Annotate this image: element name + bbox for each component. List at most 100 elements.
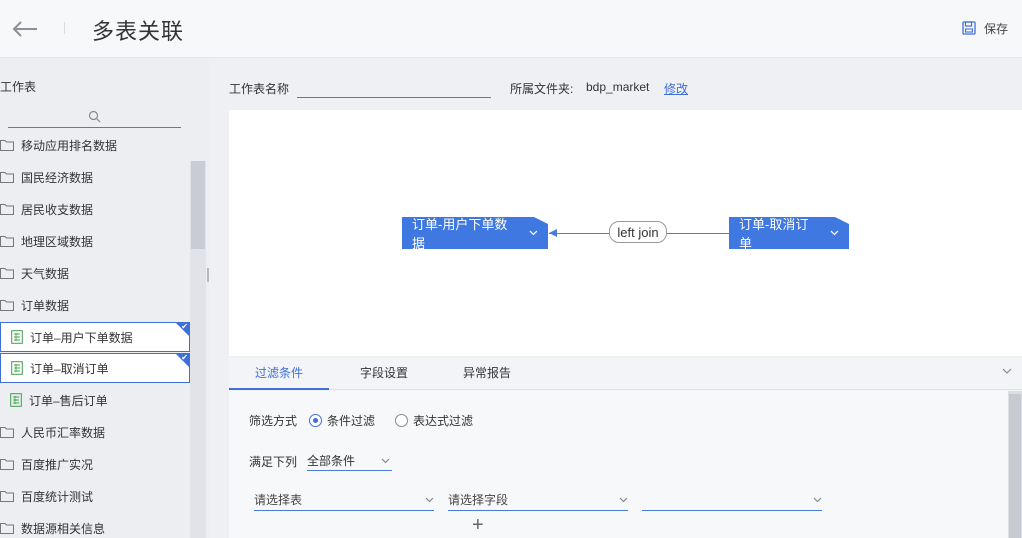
value-select[interactable] (642, 489, 822, 511)
chevron-down-icon (425, 497, 434, 502)
chevron-down-icon (619, 497, 628, 502)
sidebar-folder[interactable]: 天气数据 (0, 257, 190, 289)
sidebar-item-label: 订单–售后订单 (29, 393, 108, 408)
chevron-down-icon (830, 230, 839, 236)
worksheet-tree: 移动应用排名数据 国民经济数据 居民收支数据 地理区域数据天气数据订单数据订单–用户下… (0, 129, 190, 538)
save-button[interactable]: 保存 (962, 18, 1008, 38)
sidebar-resize-handle[interactable] (207, 268, 209, 282)
config-tabs: 过滤条件 字段设置 异常报告 (229, 358, 1022, 390)
join-canvas: 订单-用户下单数据 left join 订单-取消订单 (229, 110, 1022, 356)
radio-expression-filter[interactable]: 表达式过滤 (395, 412, 473, 429)
sidebar-folder[interactable]: 移动应用排名数据 (0, 129, 190, 161)
radio-condition-filter[interactable]: 条件过滤 (309, 412, 375, 429)
save-label: 保存 (983, 21, 1008, 36)
sidebar-item-label: 国民经济数据 (21, 170, 94, 185)
join-left-table-label: 订单-用户下单数据 (412, 217, 508, 251)
radio-dot (395, 413, 409, 427)
folder-icon (0, 267, 14, 279)
chevron-down-icon (813, 497, 822, 502)
chevron-down-icon (381, 458, 390, 463)
sidebar-table[interactable]: 订单–用户下单数据 ✔ (0, 322, 190, 352)
add-condition-button[interactable]: + (472, 515, 484, 535)
sidebar-item-label: 百度推广实况 (21, 457, 94, 472)
folder-icon (0, 171, 14, 183)
filter-mode-row: 筛选方式 条件过滤 表达式过滤 (249, 411, 473, 429)
worksheet-name-row: 工作表名称 (229, 78, 491, 98)
join-type-button[interactable]: left join (609, 221, 667, 243)
folder-icon (0, 458, 14, 470)
page-title: 多表关联 (92, 19, 185, 44)
sidebar-folder[interactable]: 百度统计测试 (0, 480, 190, 512)
join-right-table[interactable]: 订单-取消订单 (729, 217, 849, 251)
sidebar-item-label: 订单–取消订单 (30, 361, 109, 376)
table-icon (10, 393, 22, 407)
main-area: 工作表名称 所属文件夹: bdp_market 修改 订单-用户下单数据 lef… (229, 60, 1022, 538)
folder-icon (0, 490, 14, 502)
meet-value: 全部条件 (307, 454, 356, 468)
sidebar-folder[interactable]: 居民收支数据 (0, 193, 190, 225)
folder-icon (0, 299, 14, 311)
chevron-down-icon[interactable] (1002, 368, 1012, 375)
meet-condition-select[interactable]: 全部条件 (307, 451, 393, 471)
back-button[interactable] (10, 14, 40, 44)
check-icon: ✔ (181, 322, 188, 331)
tab-error-report[interactable]: 异常报告 (452, 358, 522, 390)
folder-icon (0, 139, 14, 151)
join-left-table[interactable]: 订单-用户下单数据 (402, 217, 548, 251)
check-icon: ✔ (181, 353, 188, 362)
sidebar-table[interactable]: 订单–取消订单 ✔ (0, 353, 190, 383)
sidebar-folder[interactable]: 订单数据 (0, 289, 190, 321)
folder-icon (0, 203, 14, 215)
table-select-placeholder: 请选择表 (254, 493, 303, 507)
tab-filter[interactable]: 过滤条件 (229, 358, 329, 390)
search-icon (88, 110, 101, 123)
sidebar-item-label: 数据源相关信息 (21, 521, 106, 536)
meet-condition-row: 满足下列 全部条件 (249, 451, 393, 471)
sidebar-scroll-thumb[interactable] (191, 161, 205, 249)
arrow-left-icon (12, 21, 37, 37)
field-select-placeholder: 请选择字段 (448, 493, 509, 507)
filter-panel-body: 筛选方式 条件过滤 表达式过滤 满足下列 全部条件 请选择表 请选择字段 + (229, 391, 1008, 538)
sidebar-search-input[interactable] (8, 106, 181, 128)
radio-dot (309, 413, 323, 427)
radio-condition-filter-label: 条件过滤 (327, 413, 376, 428)
folder-edit-link[interactable]: 修改 (664, 80, 688, 97)
worksheet-name-label: 工作表名称 (229, 81, 290, 96)
folder-value: bdp_market (586, 80, 650, 94)
sidebar-folder[interactable]: 地理区域数据 (0, 225, 190, 257)
sidebar-item-label: 地理区域数据 (21, 234, 94, 249)
sidebar-item-label: 移动应用排名数据 (21, 138, 118, 153)
chevron-down-icon (529, 230, 538, 236)
table-icon (11, 330, 23, 344)
sidebar-folder[interactable]: 国民经济数据 (0, 161, 190, 193)
panel-scroll-thumb[interactable] (1009, 394, 1021, 538)
sidebar-item-label: 订单–用户下单数据 (30, 330, 133, 345)
radio-expression-filter-label: 表达式过滤 (413, 413, 474, 428)
config-panel: 过滤条件 字段设置 异常报告 筛选方式 条件过滤 表达式过滤 满足下列 全部条件… (229, 358, 1022, 538)
worksheet-name-input[interactable] (297, 78, 491, 98)
tab-fields[interactable]: 字段设置 (349, 358, 419, 390)
condition-row: 请选择表 请选择字段 (254, 489, 822, 511)
sidebar: 工作表 移动应用排名数据 国民经济数据 居民收支数据 地理区域数据天气数据订单数据订单… (0, 60, 209, 538)
field-select[interactable]: 请选择字段 (448, 489, 628, 511)
meet-label: 满足下列 (249, 454, 298, 469)
folder-label: 所属文件夹: (510, 82, 574, 96)
filter-mode-label: 筛选方式 (249, 413, 298, 428)
sidebar-item-label: 订单数据 (21, 298, 70, 313)
sidebar-item-label: 人民币汇率数据 (21, 425, 106, 440)
folder-icon (0, 235, 14, 247)
sidebar-item-label: 居民收支数据 (21, 202, 94, 217)
save-icon (962, 21, 976, 35)
sidebar-folder[interactable]: 数据源相关信息 (0, 512, 190, 538)
sidebar-title: 工作表 (0, 80, 37, 94)
sidebar-table[interactable]: 订单–售后订单 (0, 384, 190, 416)
sidebar-item-label: 百度统计测试 (21, 489, 94, 504)
folder-icon (0, 522, 14, 534)
sidebar-folder[interactable]: 百度推广实况 (0, 448, 190, 480)
join-right-table-label: 订单-取消订单 (739, 217, 809, 251)
sidebar-folder[interactable]: 人民币汇率数据 (0, 416, 190, 448)
table-select[interactable]: 请选择表 (254, 489, 434, 511)
header: 多表关联 保存 (0, 0, 1022, 58)
folder-icon (0, 426, 14, 438)
table-icon (11, 361, 23, 375)
